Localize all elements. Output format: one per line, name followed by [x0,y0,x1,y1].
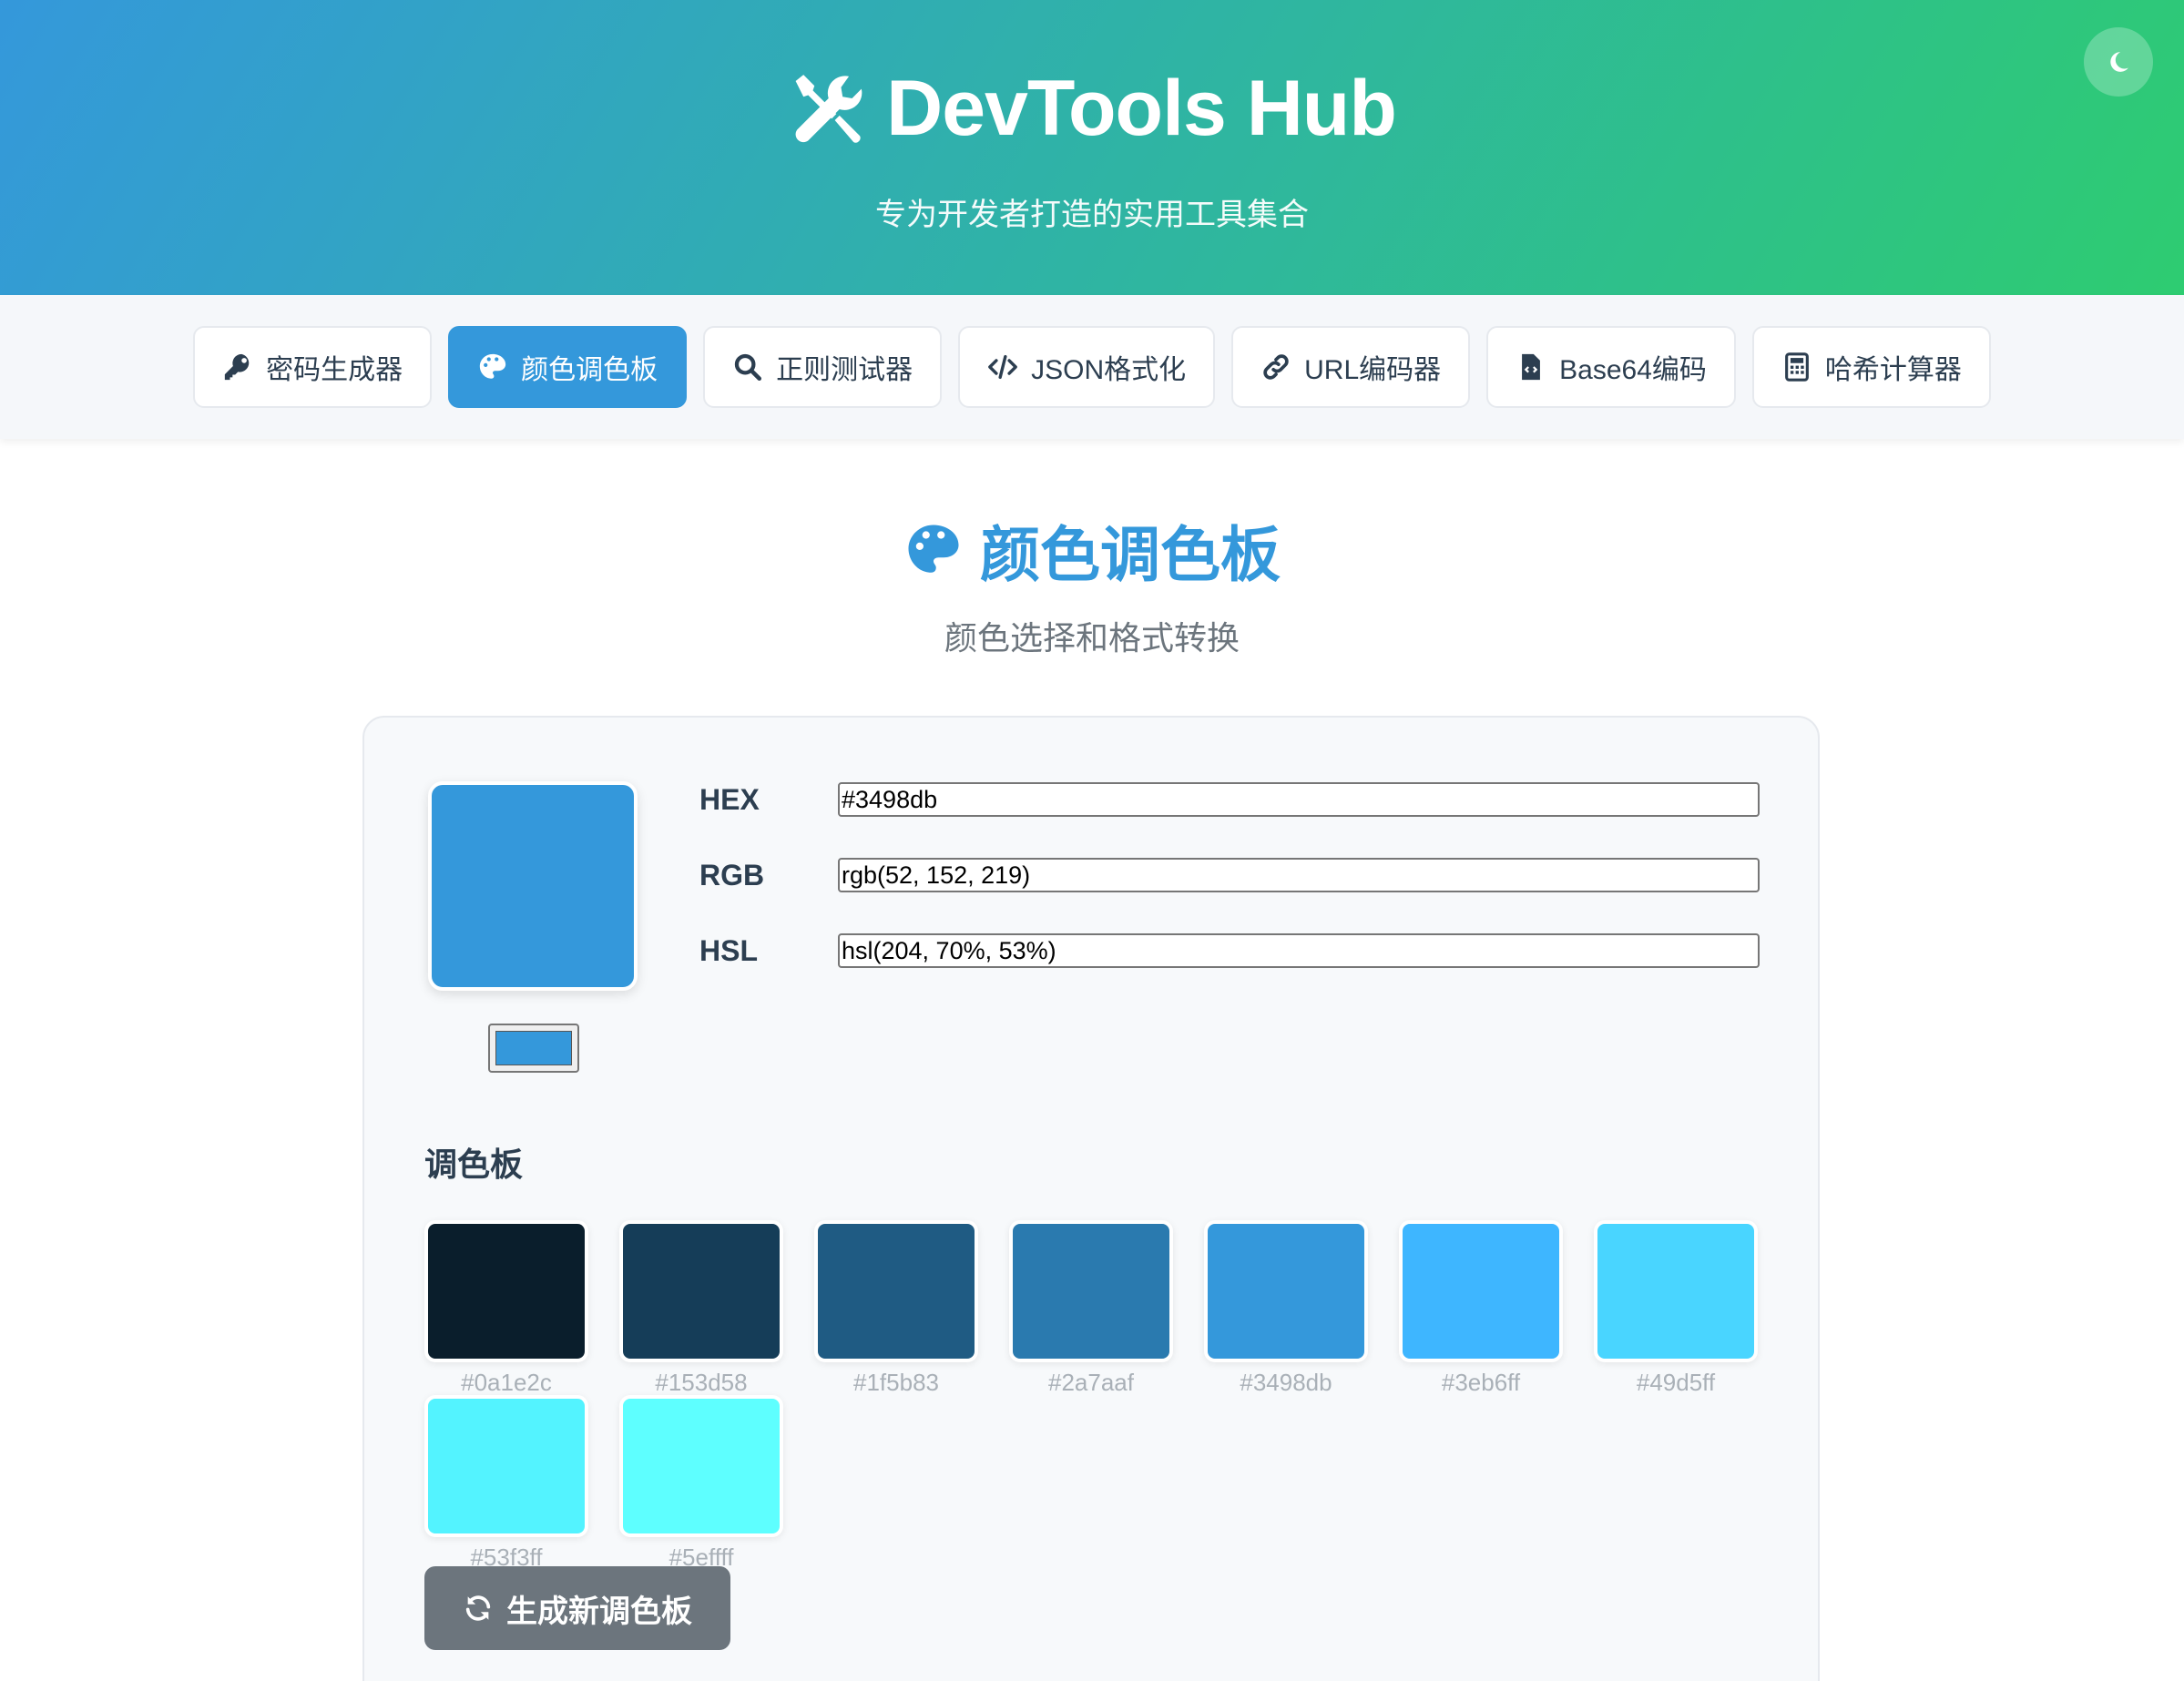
app-title: DevTools Hub [886,65,1397,152]
palette-swatch[interactable]: #49d5ff [1594,1220,1758,1395]
nav-item-password[interactable]: 密码生成器 [193,326,433,408]
palette-swatch[interactable]: #1f5b83 [814,1220,978,1395]
palette-swatch[interactable]: #2a7aaf [1009,1220,1173,1395]
moon-icon [2110,52,2128,72]
palette-swatch-color[interactable] [1204,1220,1368,1362]
header-title: DevTools Hub [0,64,2184,154]
palette-swatch-color[interactable] [814,1220,978,1362]
palette-swatch-color[interactable] [619,1395,783,1537]
generate-palette-label: 生成新调色板 [506,1594,692,1629]
palette-swatch[interactable]: #3eb6ff [1399,1220,1563,1395]
nav-item-label: Base64编码 [1559,355,1707,385]
palette-swatch-label: #153d58 [655,1369,748,1396]
palette-swatch[interactable]: #153d58 [619,1220,783,1395]
color-preview [428,781,638,991]
nav-item-label: URL编码器 [1304,355,1442,385]
nav-item-base64[interactable]: Base64编码 [1486,326,1736,408]
file-code-icon [1522,353,1541,381]
palette-swatch[interactable]: #3498db [1204,1220,1368,1395]
palette-swatch[interactable]: #5effff [619,1395,783,1570]
search-icon [734,353,762,382]
palette-swatch-color[interactable] [1009,1220,1173,1362]
app-subtitle: 专为开发者打造的实用工具集合 [875,198,1309,232]
tools-icon [795,74,862,143]
nav-item-json[interactable]: JSON格式化 [958,326,1216,408]
nav-item-label: 正则测试器 [776,355,913,385]
rgb-label: RGB [699,858,765,891]
theme-toggle-button[interactable] [2084,27,2153,97]
hsl-label: HSL [699,933,758,967]
color-picker-swatch [495,1031,572,1065]
section-title: 颜色调色板 [0,506,2184,594]
palette-swatch-label: #2a7aaf [1048,1369,1134,1396]
hex-input[interactable] [838,782,1760,817]
palette-swatch-color[interactable] [424,1220,588,1362]
palette-swatch[interactable]: #0a1e2c [424,1220,588,1395]
palette-swatch-color[interactable] [424,1395,588,1537]
palette-swatch-label: #0a1e2c [461,1369,552,1396]
palette-swatch-label: #3498db [1240,1369,1332,1396]
nav-item-url[interactable]: URL编码器 [1231,326,1471,408]
palette-swatch-color[interactable] [1594,1220,1758,1362]
palette-icon [479,353,506,379]
key-icon [224,353,250,381]
nav-item-color-palette[interactable]: 颜色调色板 [448,326,688,408]
palette-swatch-color[interactable] [619,1220,783,1362]
hex-row: HEX [699,781,1774,818]
generate-palette-button[interactable]: 生成新调色板 [424,1566,730,1650]
palette-swatch-label: #49d5ff [1636,1369,1716,1396]
app-header: DevTools Hub 专为开发者打造的实用工具集合 [0,0,2184,295]
nav-item-label: JSON格式化 [1031,355,1187,385]
nav-item-hash[interactable]: 哈希计算器 [1751,326,1991,408]
nav-item-label: 密码生成器 [266,355,403,385]
nav-item-label: 颜色调色板 [521,355,658,385]
section-subtitle: 颜色选择和格式转换 [944,619,1240,657]
rgb-input[interactable] [838,858,1760,892]
hsl-row: HSL [699,932,1774,969]
palette-swatch-label: #3eb6ff [1441,1369,1521,1396]
palette-title: 调色板 [424,1146,524,1183]
palette-swatch-label: #1f5b83 [853,1369,939,1396]
refresh-icon [465,1595,491,1621]
code-icon [988,354,1017,380]
color-tool-card: HEX RGB HSL 调色板 #0a1e2c #153d58 #1f5b83 #2a… [362,716,1820,1681]
palette-icon [908,525,959,573]
section-title-text: 颜色调色板 [980,521,1281,588]
nav-item-label: 哈希计算器 [1824,355,1962,385]
hsl-input[interactable] [838,933,1760,968]
link-icon [1263,354,1289,380]
rgb-row: RGB [699,857,1774,893]
hex-label: HEX [699,782,760,816]
palette-swatch[interactable]: #53f3ff [424,1395,588,1570]
tool-nav: 密码生成器 颜色调色板 正则测试器 JSON格式化 URL编码器 Base64编… [0,295,2184,439]
palette-swatch-color[interactable] [1399,1220,1563,1362]
nav-item-regex[interactable]: 正则测试器 [703,326,943,408]
calculator-icon [1784,352,1809,382]
color-picker-input[interactable] [488,1024,579,1073]
